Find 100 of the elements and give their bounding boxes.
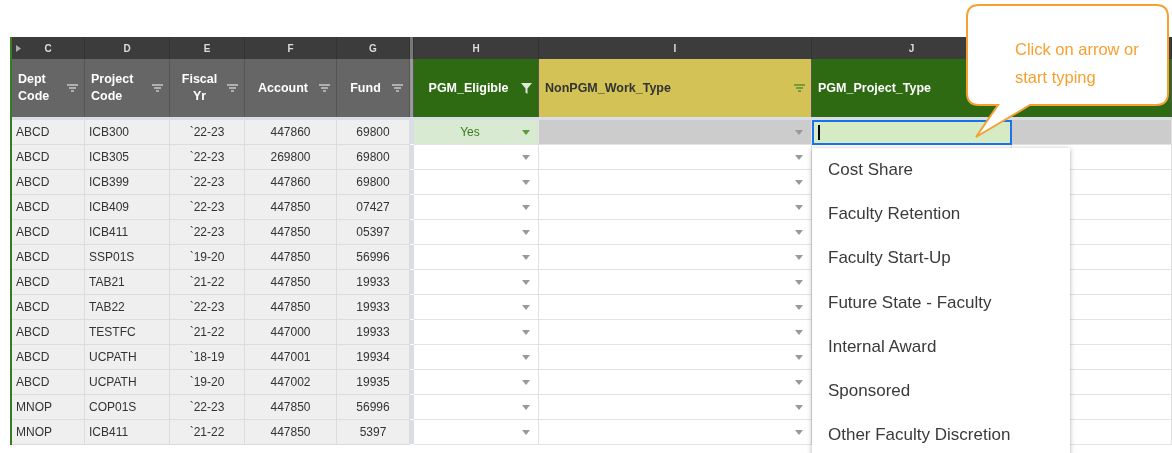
dropdown-arrow-icon[interactable] (795, 404, 803, 410)
table-cell: `22-23 (189, 400, 225, 414)
column-header[interactable]: Account (245, 59, 337, 117)
column-header[interactable]: Fund (337, 59, 410, 117)
cell-input[interactable] (812, 120, 1012, 145)
table-cell: ABCD (16, 200, 50, 214)
column-letter[interactable]: G (369, 42, 377, 54)
column-letter[interactable]: J (908, 42, 915, 54)
dropdown-arrow-icon[interactable] (795, 379, 803, 385)
dropdown-arrow-icon[interactable] (795, 354, 803, 360)
dropdown-arrow-icon[interactable] (795, 329, 803, 335)
dropdown-arrow-icon[interactable] (522, 379, 530, 385)
dropdown-cell[interactable] (414, 420, 539, 445)
dropdown-arrow-icon[interactable] (522, 304, 530, 310)
dropdown-option[interactable]: Faculty Start-Up (812, 236, 1070, 281)
table-cell: TAB22 (89, 300, 125, 314)
table-cell: 56996 (356, 400, 390, 414)
dropdown-arrow-icon[interactable] (795, 429, 803, 435)
dropdown-arrow-icon[interactable] (522, 179, 530, 185)
column-header[interactable]: PGM_Eligible (414, 59, 539, 117)
dropdown-arrow-icon[interactable] (522, 429, 530, 435)
table-cell: 19934 (356, 350, 390, 364)
dropdown-cell[interactable] (539, 220, 812, 245)
dropdown-cell[interactable] (414, 270, 539, 295)
table-cell: COP01S (89, 400, 137, 414)
dropdown-option[interactable]: Other Faculty Discretion (812, 413, 1070, 453)
table-cell: 69800 (356, 125, 390, 139)
filter-icon[interactable] (521, 82, 532, 94)
dropdown-arrow-icon[interactable] (795, 154, 803, 160)
dropdown-cell[interactable] (539, 295, 812, 320)
table-cell: 447002 (270, 375, 311, 389)
dropdown-cell[interactable] (539, 195, 812, 220)
dropdown-arrow-icon[interactable] (795, 279, 803, 285)
dropdown-cell[interactable] (539, 345, 812, 370)
filter-icon[interactable] (319, 84, 330, 92)
dropdown-option[interactable]: Future State - Faculty (812, 280, 1070, 325)
dropdown-cell[interactable] (414, 245, 539, 270)
dropdown-arrow-icon[interactable] (795, 304, 803, 310)
dropdown-option[interactable]: Cost Share (812, 148, 1070, 193)
table-cell: MNOP (16, 425, 52, 439)
dropdown-cell[interactable] (414, 145, 539, 170)
dropdown-arrow-icon[interactable] (522, 404, 530, 410)
dropdown-cell[interactable] (539, 395, 812, 420)
column-letter[interactable]: D (123, 42, 131, 54)
dropdown-cell[interactable]: Yes (414, 120, 539, 145)
column-header[interactable]: Dept Code (12, 59, 85, 117)
dropdown-cell[interactable] (414, 320, 539, 345)
dropdown-cell[interactable] (539, 370, 812, 395)
table-cell: 447860 (270, 175, 311, 189)
dropdown-option[interactable]: Faculty Retention (812, 192, 1070, 237)
dropdown-cell[interactable] (539, 170, 812, 195)
column-header[interactable]: Fiscal Yr (170, 59, 245, 117)
dropdown-arrow-icon[interactable] (795, 204, 803, 210)
dropdown-arrow-icon[interactable] (522, 129, 530, 135)
expand-icon[interactable] (16, 45, 21, 52)
dropdown-cell[interactable] (414, 295, 539, 320)
column-letter[interactable]: C (44, 42, 52, 54)
dropdown-cell[interactable] (414, 195, 539, 220)
filter-icon[interactable] (227, 84, 238, 92)
column-letter[interactable]: F (287, 42, 294, 54)
table-cell: ICB399 (89, 175, 130, 189)
column-header[interactable]: Project Code (85, 59, 170, 117)
dropdown-arrow-icon[interactable] (522, 204, 530, 210)
dropdown-cell[interactable] (414, 170, 539, 195)
dropdown-cell[interactable] (539, 420, 812, 445)
dropdown-arrow-icon[interactable] (522, 329, 530, 335)
dropdown-arrow-icon[interactable] (522, 254, 530, 260)
filter-icon[interactable] (67, 84, 78, 92)
table-cell: 447000 (270, 325, 311, 339)
column-header[interactable]: NonPGM_Work_Type (539, 59, 812, 117)
dropdown-option[interactable]: Internal Award (812, 324, 1070, 369)
dropdown-cell[interactable] (539, 320, 812, 345)
dropdown-option[interactable]: Sponsored (812, 368, 1070, 414)
dropdown-cell[interactable] (414, 395, 539, 420)
column-letter[interactable]: I (673, 42, 677, 54)
filter-icon[interactable] (152, 84, 163, 92)
table-cell: 69800 (356, 175, 390, 189)
dropdown-cell[interactable] (539, 120, 812, 145)
table-cell: ABCD (16, 225, 50, 239)
filter-icon[interactable] (392, 84, 403, 92)
dropdown-cell[interactable] (539, 145, 812, 170)
table-cell: 19933 (356, 325, 390, 339)
dropdown-arrow-icon[interactable] (795, 254, 803, 260)
dropdown-cell[interactable] (414, 220, 539, 245)
dropdown-arrow-icon[interactable] (795, 179, 803, 185)
dropdown-arrow-icon[interactable] (522, 279, 530, 285)
table-cell: 447850 (270, 400, 311, 414)
dropdown-cell[interactable] (414, 370, 539, 395)
column-letter[interactable]: H (472, 42, 480, 54)
dropdown-arrow-icon[interactable] (522, 154, 530, 160)
dropdown-arrow-icon[interactable] (795, 229, 803, 235)
dropdown-cell[interactable] (539, 245, 812, 270)
column-letter[interactable]: E (203, 42, 211, 54)
dropdown-cell[interactable] (414, 345, 539, 370)
table-cell: `21-22 (189, 275, 225, 289)
dropdown-cell[interactable] (539, 270, 812, 295)
dropdown-arrow-icon[interactable] (522, 354, 530, 360)
table-cell: 07427 (356, 200, 390, 214)
dropdown-arrow-icon[interactable] (522, 229, 530, 235)
dropdown-arrow-icon[interactable] (795, 129, 803, 135)
